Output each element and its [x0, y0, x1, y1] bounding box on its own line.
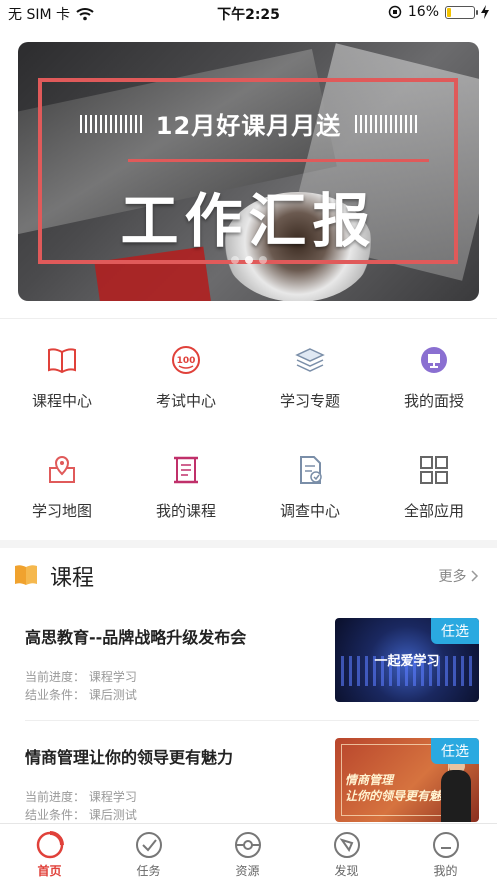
battery-fill [447, 7, 452, 17]
shortcut-label: 学习地图 [31, 502, 92, 520]
charging-bolt-icon [481, 5, 489, 19]
completion-value: 课后测试 [88, 808, 137, 822]
shortcut-course-center[interactable]: 课程中心 [0, 344, 124, 411]
elective-badge: 任选 [431, 738, 479, 764]
thumbnail-text: 情商管理 让你的领导更有魅力 [345, 772, 453, 804]
progress-label: 当前进度： [25, 670, 86, 684]
profile-icon [432, 832, 459, 858]
shortcut-topics[interactable]: 学习专题 [248, 344, 372, 411]
course-item[interactable]: 高思教育--品牌战略升级发布会 当前进度： 课程学习 结业条件： 课后测试 一起… [0, 618, 497, 728]
carousel-dot[interactable] [230, 256, 239, 264]
map-pin-icon [49, 455, 75, 483]
person-body-image [441, 770, 471, 822]
exam-100-icon: 100 [172, 346, 200, 374]
status-bar: 无 SIM 卡 下午2:25 16% [0, 0, 497, 26]
carousel-indicator[interactable] [18, 256, 479, 264]
course-progress: 当前进度： 课程学习 [25, 788, 137, 805]
book-icon [15, 565, 37, 585]
tab-label: 发现 [334, 864, 359, 878]
shortcut-learning-map[interactable]: 学习地图 [0, 454, 124, 521]
course-thumbnail[interactable]: 一起爱学习 任选 [335, 618, 479, 702]
promo-banner[interactable]: 12月好课月月送 工作汇报 [18, 42, 479, 301]
section-spacer [0, 540, 497, 548]
home-ring-icon [36, 831, 64, 859]
course-thumbnail[interactable]: 情商管理 让你的领导更有魅力 任选 [335, 738, 479, 822]
elective-badge: 任选 [431, 618, 479, 644]
carousel-dot[interactable] [258, 256, 267, 264]
banner-subtitle: 12月好课月月送 [155, 112, 342, 140]
divider [25, 720, 479, 721]
battery-icon [445, 5, 478, 19]
shortcut-exam-center[interactable]: 100 考试中心 [124, 344, 248, 411]
thumbnail-text-line-2: 让你的领导更有魅力 [345, 789, 454, 803]
decorative-bars-left [79, 114, 142, 133]
section-title: 课程 [50, 566, 95, 591]
tab-discover[interactable]: 发现 [297, 830, 396, 879]
shortcut-classroom[interactable]: 我的面授 [372, 344, 496, 411]
grid-icon [420, 456, 448, 484]
svg-text:100: 100 [177, 356, 196, 366]
completion-label: 结业条件： [25, 688, 86, 702]
tab-tasks[interactable]: 任务 [99, 830, 198, 879]
shortcut-label: 课程中心 [31, 392, 92, 410]
carousel-dot-active[interactable] [244, 256, 253, 264]
clock-check-icon [135, 832, 162, 858]
progress-value: 课程学习 [88, 670, 137, 684]
course-completion: 结业条件： 课后测试 [25, 686, 137, 703]
classroom-icon [421, 347, 447, 373]
survey-icon [300, 456, 322, 484]
shortcut-my-courses[interactable]: 我的课程 [124, 454, 248, 521]
completion-label: 结业条件： [25, 808, 86, 822]
course-title: 情商管理让你的领导更有魅力 [25, 748, 234, 767]
thumbnail-text: 一起爱学习 [374, 654, 440, 669]
layers-icon [295, 348, 325, 372]
orientation-lock-icon [388, 5, 402, 19]
shortcut-label: 调查中心 [279, 502, 340, 520]
courses-section-header: 课程 更多 [0, 556, 497, 596]
shortcut-label: 我的面授 [403, 392, 464, 410]
tab-label: 首页 [37, 864, 62, 878]
more-link[interactable]: 更多 [439, 566, 479, 586]
banner-title: 工作汇报 [120, 187, 377, 255]
decorative-bars-right [355, 114, 418, 133]
shortcut-survey-center[interactable]: 调查中心 [248, 454, 372, 521]
shortcut-label: 全部应用 [403, 502, 464, 520]
bottom-tab-bar: 首页 任务 资源 发现 我的 [0, 823, 497, 883]
scroll-icon [174, 456, 198, 484]
banner-divider [128, 159, 429, 162]
more-label: 更多 [438, 569, 467, 585]
book-open-icon [48, 348, 76, 374]
course-progress: 当前进度： 课程学习 [25, 668, 137, 685]
shortcut-all-apps[interactable]: 全部应用 [372, 454, 496, 521]
course-title: 高思教育--品牌战略升级发布会 [25, 628, 247, 647]
tab-label: 资源 [235, 864, 260, 878]
tab-resources[interactable]: 资源 [198, 830, 297, 879]
shortcut-label: 我的课程 [155, 502, 216, 520]
battery-percent: 16% [407, 4, 439, 20]
tab-label: 我的 [433, 864, 458, 878]
tab-profile[interactable]: 我的 [396, 830, 495, 879]
chevron-right-icon [471, 570, 479, 582]
completion-value: 课后测试 [88, 688, 137, 702]
compass-icon [333, 832, 360, 858]
tab-home[interactable]: 首页 [0, 830, 99, 879]
course-completion: 结业条件： 课后测试 [25, 806, 137, 823]
progress-label: 当前进度： [25, 790, 86, 804]
shortcut-label: 考试中心 [155, 392, 216, 410]
tab-label: 任务 [136, 864, 161, 878]
thumbnail-text-line-1: 情商管理 [345, 773, 394, 787]
progress-value: 课程学习 [88, 790, 137, 804]
divider [0, 318, 497, 319]
pokeball-icon [234, 832, 261, 858]
shortcut-label: 学习专题 [279, 392, 340, 410]
